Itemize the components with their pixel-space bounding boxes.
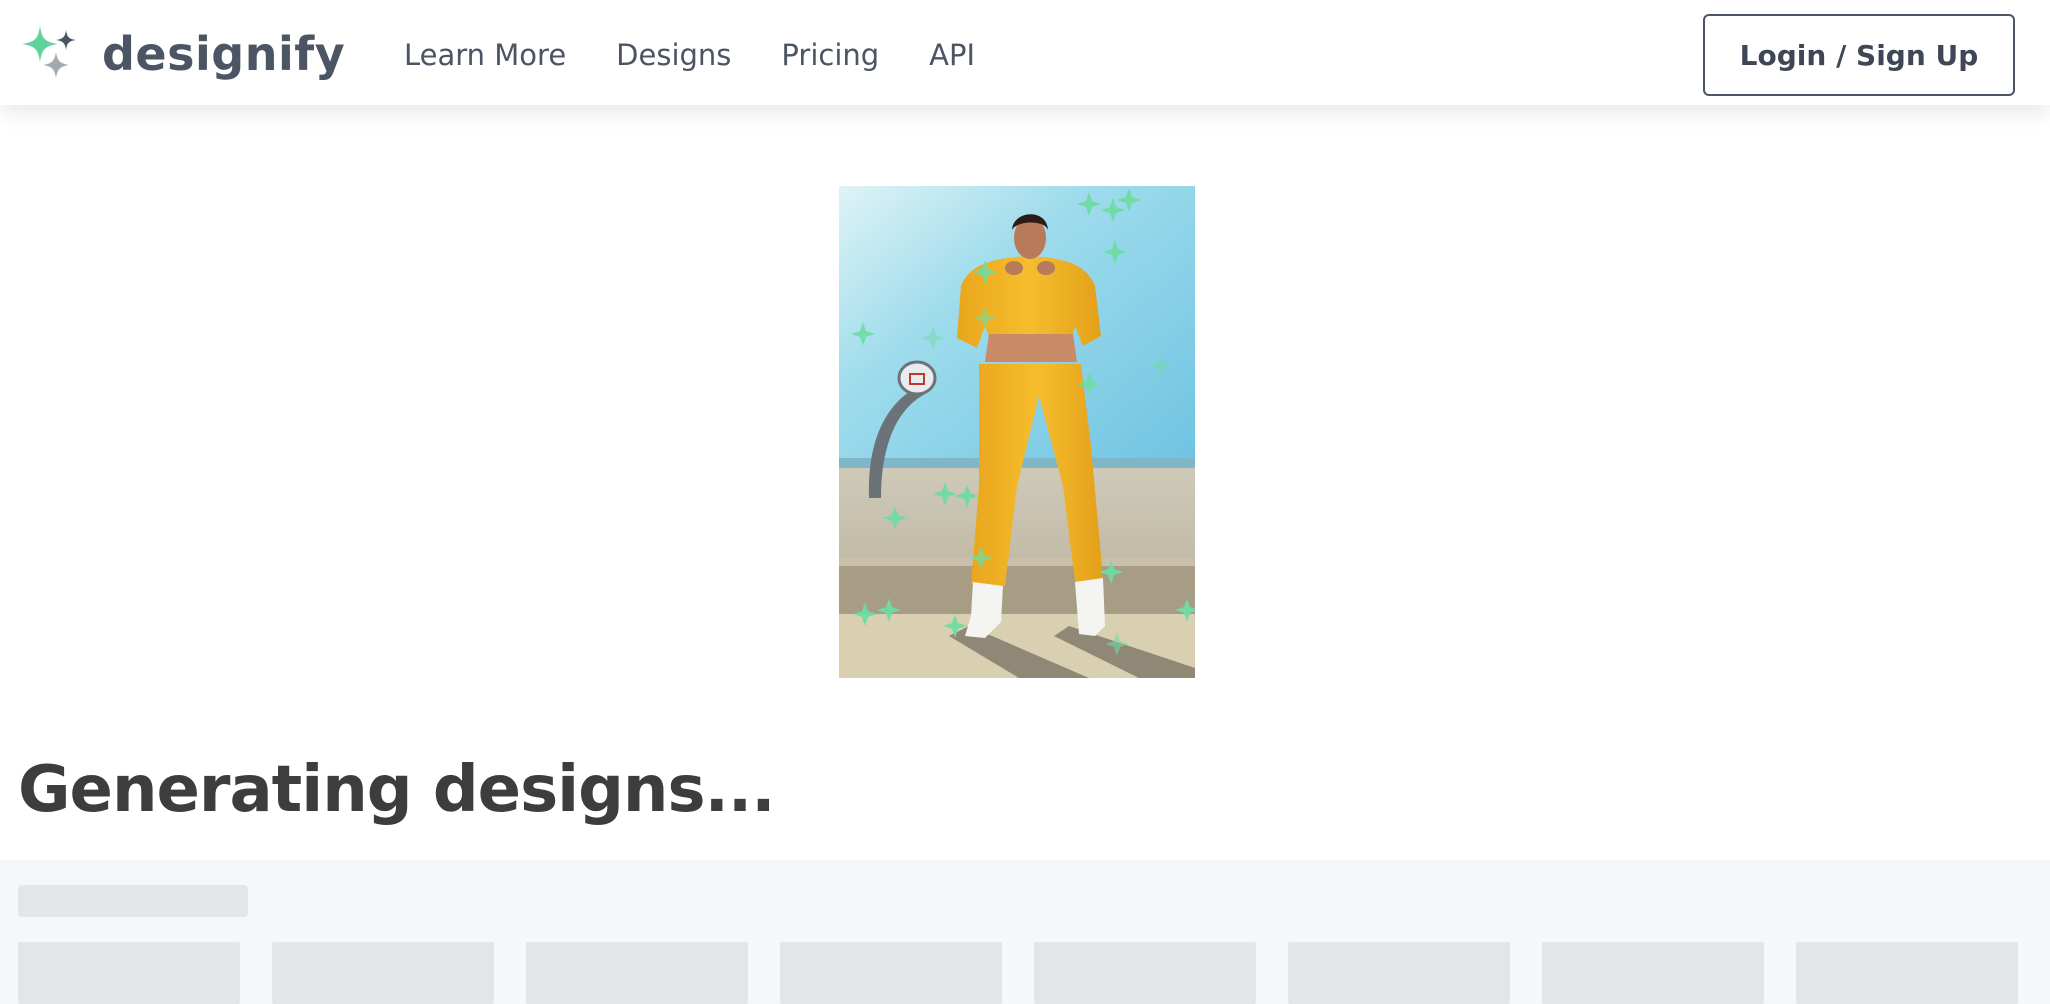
skeleton-card — [526, 942, 748, 1004]
skeleton-card — [1796, 942, 2018, 1004]
top-navbar: designify Learn More Designs Pricing API… — [0, 0, 2050, 105]
skeleton-card — [780, 942, 1002, 1004]
login-signup-button[interactable]: Login / Sign Up — [1703, 14, 2015, 96]
designify-logo[interactable]: designify — [18, 26, 345, 82]
sparkle-icon — [22, 26, 76, 78]
skeleton-label-placeholder — [18, 885, 248, 917]
main-nav: Learn More Designs Pricing API — [404, 32, 1025, 78]
skeleton-card — [1542, 942, 1764, 1004]
skeleton-card — [1288, 942, 1510, 1004]
generating-status-title: Generating designs... — [18, 753, 775, 827]
brand-name: designify — [102, 27, 346, 81]
skeleton-card-row — [18, 942, 2050, 1004]
nav-api[interactable]: API — [929, 32, 975, 78]
results-loading-skeleton — [0, 860, 2050, 1004]
photo-illustration — [839, 186, 1195, 678]
nav-learn-more[interactable]: Learn More — [404, 32, 566, 78]
skeleton-card — [18, 942, 240, 1004]
skeleton-card — [1034, 942, 1256, 1004]
nav-designs[interactable]: Designs — [616, 32, 731, 78]
nav-pricing[interactable]: Pricing — [781, 32, 879, 78]
uploaded-photo — [839, 186, 1195, 678]
skeleton-card — [272, 942, 494, 1004]
